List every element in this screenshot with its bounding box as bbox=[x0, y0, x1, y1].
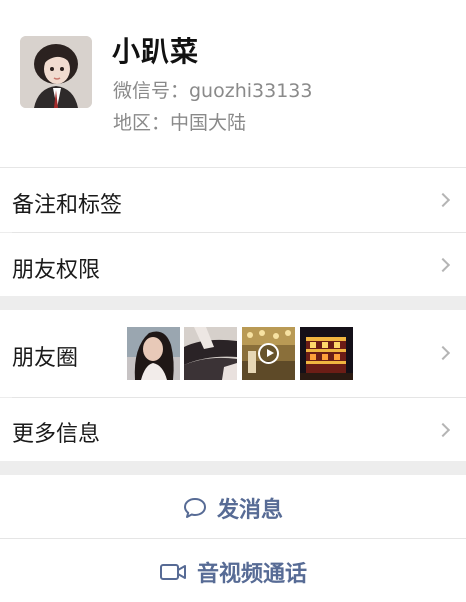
chat-bubble-icon bbox=[183, 498, 206, 518]
photo-night-building-icon bbox=[300, 327, 353, 380]
avatar[interactable] bbox=[20, 36, 92, 108]
moments-thumbnail[interactable] bbox=[127, 327, 180, 380]
moments-thumbnail[interactable] bbox=[184, 327, 237, 380]
moments-thumbnail[interactable] bbox=[242, 327, 295, 380]
play-icon bbox=[258, 343, 279, 364]
moments-thumbnail[interactable] bbox=[300, 327, 353, 380]
chevron-right-icon bbox=[435, 422, 451, 438]
send-message-button[interactable]: 发消息 bbox=[0, 475, 466, 538]
region: 地区：中国大陆 bbox=[113, 112, 247, 134]
friend-permissions-row[interactable]: 朋友权限 bbox=[0, 233, 466, 296]
friend-permissions-label: 朋友权限 bbox=[12, 258, 101, 283]
chevron-right-icon bbox=[435, 345, 451, 361]
photo-legs-icon bbox=[184, 327, 237, 380]
wechat-id: 微信号：guozhi33133 bbox=[113, 80, 313, 102]
avatar-image bbox=[20, 36, 92, 108]
chevron-right-icon bbox=[435, 257, 451, 273]
send-message-label: 发消息 bbox=[216, 498, 283, 523]
photo-portrait-icon bbox=[127, 327, 180, 380]
contact-name: 小趴菜 bbox=[112, 35, 200, 68]
video-camera-icon bbox=[159, 564, 186, 580]
moments-label: 朋友圈 bbox=[12, 346, 79, 371]
remarks-tags-row[interactable]: 备注和标签 bbox=[0, 168, 466, 232]
remarks-tags-label: 备注和标签 bbox=[12, 193, 123, 218]
video-call-button[interactable]: 音视频通话 bbox=[0, 539, 466, 602]
chevron-right-icon bbox=[435, 192, 451, 208]
video-call-label: 音视频通话 bbox=[196, 562, 307, 587]
more-info-label: 更多信息 bbox=[12, 422, 101, 447]
more-info-row[interactable]: 更多信息 bbox=[0, 398, 466, 461]
profile-header: 小趴菜 微信号：guozhi33133 地区：中国大陆 bbox=[0, 0, 466, 168]
